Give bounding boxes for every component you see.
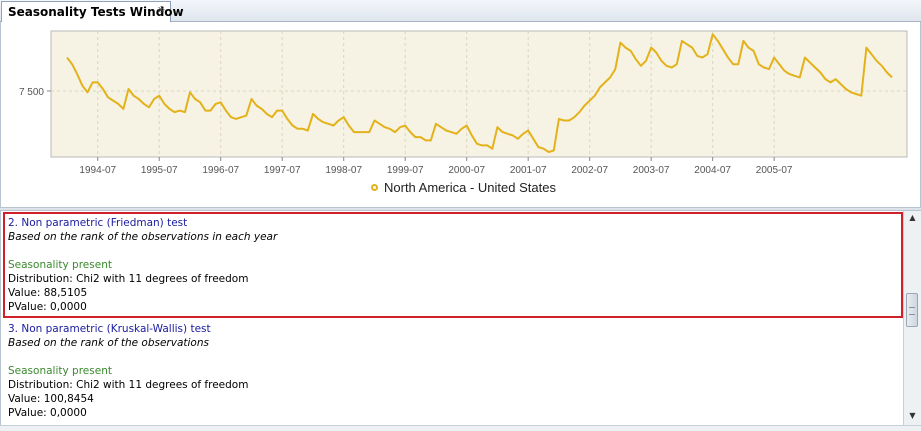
test-description: Based on the rank of the observations bbox=[8, 337, 209, 349]
x-tick-label: 1996-07 bbox=[202, 165, 239, 176]
test-pvalue: PValue: 0,0000 bbox=[8, 407, 87, 419]
x-tick-label: 1994-07 bbox=[79, 165, 116, 176]
window-titlebar: Seasonality Tests Window ※ bbox=[0, 0, 921, 22]
x-tick-label: 2000-07 bbox=[448, 165, 485, 176]
test-value: Value: 88,5105 bbox=[8, 287, 88, 299]
results-panel: 2. Non parametric (Friedman) test Based … bbox=[0, 211, 903, 425]
test-pvalue: PValue: 0,0000 bbox=[8, 301, 87, 313]
test-value: Value: 100,8454 bbox=[8, 393, 94, 405]
test-description: Based on the rank of the observations in… bbox=[8, 231, 278, 243]
test-title: 2. Non parametric (Friedman) test bbox=[8, 217, 188, 229]
test-title: 3. Non parametric (Kruskal-Wallis) test bbox=[8, 323, 211, 335]
legend-label: North America - United States bbox=[384, 180, 556, 195]
test-block-friedman: 2. Non parametric (Friedman) test Based … bbox=[3, 212, 903, 318]
x-tick-label: 2001-07 bbox=[510, 165, 547, 176]
scroll-thumb[interactable] bbox=[906, 293, 918, 327]
chart-legend: North America - United States bbox=[371, 180, 556, 195]
scroll-up-icon[interactable]: ▲ bbox=[904, 211, 921, 225]
tab-seasonality-tests[interactable]: Seasonality Tests Window ※ bbox=[1, 1, 184, 22]
test-block-kruskal-wallis: 3. Non parametric (Kruskal-Wallis) test … bbox=[5, 320, 901, 422]
x-tick-label: 2003-07 bbox=[633, 165, 670, 176]
plot-area bbox=[50, 30, 908, 158]
legend-marker-icon bbox=[371, 184, 378, 191]
x-tick-label: 1995-07 bbox=[141, 165, 178, 176]
x-tick-label: 2005-07 bbox=[756, 165, 793, 176]
test-distribution: Distribution: Chi2 with 11 degrees of fr… bbox=[8, 273, 249, 285]
y-tick-label: 7 500 bbox=[19, 87, 44, 98]
grip-icon bbox=[909, 307, 915, 315]
x-tick-label: 2002-07 bbox=[571, 165, 608, 176]
x-tick-label: 2004-07 bbox=[694, 165, 731, 176]
chart-panel: 1994-07 1995-07 1996-07 1997-07 1998-07 1999-… bbox=[0, 22, 921, 207]
close-icon[interactable]: ※ bbox=[157, 5, 165, 16]
test-status: Seasonality present bbox=[8, 365, 112, 377]
x-tick-label: 1997-07 bbox=[264, 165, 301, 176]
test-status: Seasonality present bbox=[8, 259, 112, 271]
bottom-edge bbox=[0, 425, 921, 431]
scroll-down-icon[interactable]: ▼ bbox=[904, 409, 921, 423]
x-tick-label: 1999-07 bbox=[387, 165, 424, 176]
test-distribution: Distribution: Chi2 with 11 degrees of fr… bbox=[8, 379, 249, 391]
vertical-scrollbar[interactable]: ▲ ▼ bbox=[903, 211, 921, 425]
x-tick-label: 1998-07 bbox=[325, 165, 362, 176]
